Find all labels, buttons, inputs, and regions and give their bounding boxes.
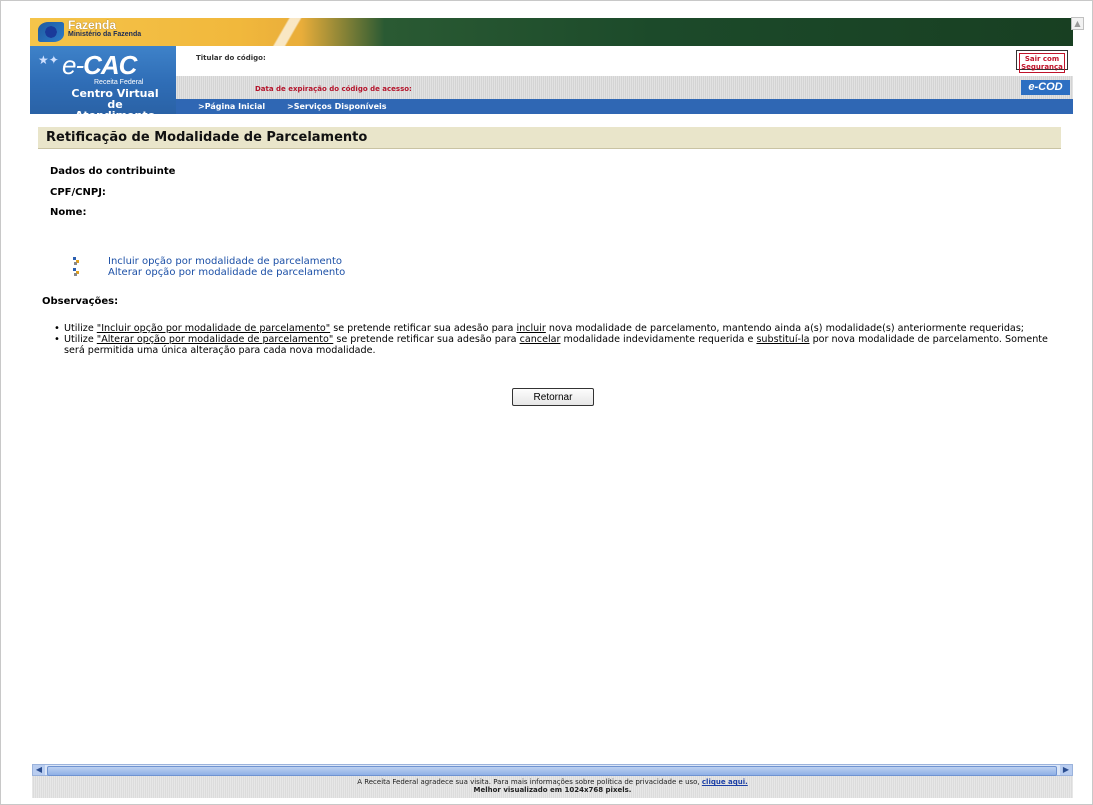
vertical-scrollbar[interactable]: ▲ [1071, 17, 1084, 30]
bullet-icon [73, 257, 81, 265]
footer-privacy-link[interactable]: clique aqui. [702, 778, 748, 786]
bullet-icon [73, 268, 81, 276]
header-banner [30, 18, 1073, 46]
scroll-right-icon[interactable]: ▶ [1060, 765, 1072, 775]
titular-row [176, 46, 1073, 76]
obs1-suffix: nova modalidade de parcelamento, mantend… [545, 323, 1025, 334]
stars-icon: ★✦ [38, 53, 59, 67]
obs2-mid: se pretende retificar sua adesão para [333, 334, 520, 345]
expiration-label: Data de expiração do código de acesso: [255, 85, 412, 93]
scrollbar-thumb[interactable] [47, 766, 1057, 776]
brazil-emblem-icon [38, 22, 64, 42]
fazenda-title: Fazenda [68, 18, 117, 32]
ecac-logo: e-CAC [62, 50, 137, 81]
alterar-opcao-link[interactable]: Alterar opção por modalidade de parcelam… [108, 267, 345, 278]
obs1-underline: incluir [516, 323, 546, 334]
ecac-logo-cac: CAC [83, 50, 137, 80]
observacoes-list: Utilize "Incluir opção por modalidade de… [50, 323, 1050, 356]
receita-federal-label: Receita Federal [94, 79, 144, 86]
obs1-link[interactable]: "Incluir opção por modalidade de parcela… [97, 323, 330, 334]
obs2-link[interactable]: "Alterar opção por modalidade de parcela… [97, 334, 333, 345]
footer: A Receita Federal agradece sua visita. P… [32, 776, 1073, 798]
nome-label: Nome: [50, 207, 87, 218]
footer-text: A Receita Federal agradece sua visita. P… [357, 778, 702, 786]
incluir-opcao-link[interactable]: Incluir opção por modalidade de parcelam… [108, 256, 342, 267]
obs1-mid: se pretende retificar sua adesão para [330, 323, 517, 334]
obs2-prefix: Utilize [64, 334, 97, 345]
ecac-logo-e: e- [62, 50, 84, 80]
observacao-item-1: Utilize "Incluir opção por modalidade de… [50, 323, 1050, 334]
nav-link-home[interactable]: >Página Inicial [198, 102, 265, 111]
obs2-mid2: modalidade indevidamente requerida e [560, 334, 757, 345]
footer-line1: A Receita Federal agradece sua visita. P… [32, 778, 1073, 786]
banner-swoosh [210, 18, 390, 46]
logout-line2: Segurança [1021, 63, 1063, 71]
fazenda-subtitle: Ministério da Fazenda [68, 31, 142, 38]
horizontal-scrollbar[interactable]: ◀ ▶ [32, 764, 1073, 776]
centro-virtual-label: Centro Virtual de Atendimento [66, 88, 164, 121]
scroll-up-icon[interactable]: ▲ [1071, 17, 1084, 30]
page-title: Retificação de Modalidade de Parcelament… [46, 130, 368, 145]
ecod-logo[interactable]: e-COD [1021, 80, 1070, 95]
centro-virtual-line2: de Atendimento [74, 98, 156, 122]
observacoes-label: Observações: [42, 296, 119, 307]
nav-link-services[interactable]: >Serviços Disponíveis [287, 102, 387, 111]
logout-line1: Sair com [1024, 55, 1060, 63]
scroll-left-icon[interactable]: ◀ [33, 765, 45, 775]
cpf-cnpj-label: CPF/CNPJ: [50, 187, 106, 198]
footer-resolution: Melhor visualizado em 1024x768 pixels. [473, 786, 632, 794]
retornar-button[interactable]: Retornar [512, 388, 594, 406]
logout-button[interactable]: Sair com Segurança [1016, 50, 1068, 73]
fazenda-logo: Fazenda Ministério da Fazenda [68, 19, 141, 39]
titular-label: Titular do código: [196, 54, 266, 62]
obs2-underline-cancelar: cancelar [519, 334, 561, 345]
observacao-item-2: Utilize "Alterar opção por modalidade de… [50, 334, 1050, 356]
obs1-prefix: Utilize [64, 323, 97, 334]
logout-button-inner: Sair com Segurança [1019, 53, 1065, 73]
obs2-underline-substituir: substituí-la [756, 334, 810, 345]
dados-contribuinte-label: Dados do contribuinte [50, 166, 176, 177]
